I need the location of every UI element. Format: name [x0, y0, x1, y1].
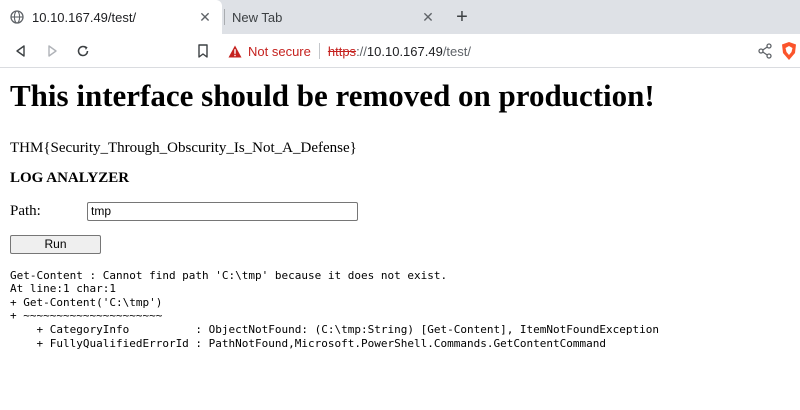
url-separator: ://	[356, 43, 367, 59]
output-line: + FullyQualifiedErrorId : PathNotFound,M…	[10, 336, 607, 350]
back-icon[interactable]	[7, 37, 35, 65]
omnibox-divider	[318, 43, 320, 59]
page-heading: This interface should be removed on prod…	[10, 78, 655, 113]
run-button[interactable]: Run	[10, 234, 101, 254]
command-output: Get-Content : Cannot find path 'C:\tmp' …	[10, 269, 790, 351]
security-chip[interactable]: Not secure	[228, 44, 311, 59]
close-icon[interactable]: ✕	[196, 8, 214, 26]
page-content: This interface should be removed on prod…	[0, 78, 800, 350]
url-host: 10.10.167.49	[366, 43, 443, 59]
security-label: Not secure	[248, 43, 311, 59]
brave-shield-icon[interactable]	[780, 41, 798, 61]
path-form-row: Path:	[10, 201, 790, 221]
tab-title: New Tab	[232, 9, 283, 25]
forward-icon[interactable]	[38, 37, 66, 65]
output-line: + Get-Content('C:\tmp')	[10, 295, 163, 309]
path-label: Path:	[10, 202, 41, 219]
address-bar[interactable]: Not secure https://10.10.167.49/test/	[228, 37, 800, 65]
tab-active[interactable]: 10.10.167.49/test/ ✕	[0, 0, 222, 34]
globe-icon	[10, 10, 24, 24]
url-text[interactable]: https://10.10.167.49/test/	[328, 44, 471, 59]
toolbar: Not secure https://10.10.167.49/test/	[0, 34, 800, 68]
bookmark-icon[interactable]	[193, 37, 213, 65]
tab-new-tab[interactable]: New Tab ✕	[225, 0, 445, 34]
path-input[interactable]	[87, 201, 358, 221]
output-line: + CategoryInfo : ObjectNotFound: (C:\tmp…	[10, 323, 660, 337]
output-line: At line:1 char:1	[10, 282, 116, 296]
reload-icon[interactable]	[69, 37, 97, 65]
tab-strip: 10.10.167.49/test/ ✕ New Tab ✕ +	[0, 0, 800, 34]
url-path: /test/	[442, 43, 471, 59]
warning-icon	[228, 45, 242, 58]
output-line: + ~~~~~~~~~~~~~~~~~~~~~	[10, 309, 163, 323]
url-scheme: https	[327, 43, 357, 59]
plus-icon[interactable]: +	[452, 7, 472, 27]
share-icon[interactable]	[756, 42, 774, 60]
tab-title: 10.10.167.49/test/	[32, 9, 137, 25]
section-title: LOG ANALYZER	[10, 169, 130, 186]
close-icon[interactable]: ✕	[419, 8, 437, 26]
output-line: Get-Content : Cannot find path 'C:\tmp' …	[10, 268, 448, 282]
flag-text: THM{Security_Through_Obscurity_Is_Not_A_…	[10, 139, 357, 156]
browser-chrome: 10.10.167.49/test/ ✕ New Tab ✕ + Not sec…	[0, 0, 800, 68]
